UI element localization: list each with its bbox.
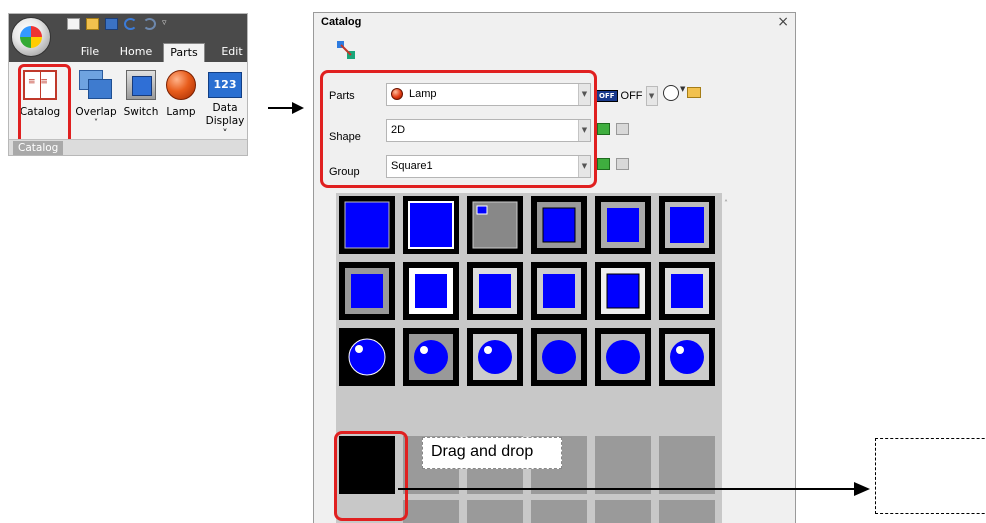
quick-access-customize-icon[interactable]: ▿ — [162, 18, 167, 30]
catalog-button-highlight — [18, 64, 71, 145]
undo-icon[interactable] — [124, 18, 137, 30]
overlap-icon — [79, 70, 113, 100]
ribbon-header: ▿ File Home Parts Edit — [9, 14, 247, 62]
data-display-label-2: Display ˅ — [205, 115, 245, 140]
scroll-up-icon[interactable]: ˄ — [724, 199, 728, 208]
lamp-button[interactable]: Lamp — [163, 65, 199, 119]
switch-icon — [126, 70, 156, 100]
quick-access-toolbar: ▿ — [67, 18, 167, 30]
ribbon-tabs: File Home Parts Edit — [9, 41, 247, 62]
catalog-panel: Catalog × Parts Lamp ▼ OFF OFF ▼ ▼ Shape… — [313, 12, 796, 523]
data-display-icon: 123 — [208, 72, 242, 98]
switch-button[interactable]: Switch — [121, 65, 161, 119]
print-icon[interactable] — [616, 158, 629, 170]
panel-title: Catalog — [321, 16, 362, 28]
save-icon[interactable] — [105, 18, 118, 30]
data-display-button[interactable]: 123 Data Display ˅ — [202, 65, 247, 141]
lamp-icon — [166, 70, 196, 100]
new-file-icon[interactable] — [67, 18, 80, 30]
overlap-button[interactable]: Overlap ˅ — [71, 65, 121, 127]
drag-and-drop-callout: Drag and drop — [422, 437, 562, 469]
off-state-icon: OFF — [596, 90, 618, 102]
drag-source-highlight — [334, 431, 408, 521]
tab-parts[interactable]: Parts — [163, 43, 205, 62]
switch-button-label: Switch — [123, 106, 159, 118]
catalog-tool-icon[interactable] — [336, 40, 356, 60]
data-display-label: Data — [212, 102, 238, 114]
redo-icon[interactable] — [143, 18, 156, 30]
tab-file[interactable]: File — [71, 43, 109, 62]
selection-highlight — [320, 70, 597, 188]
tab-home[interactable]: Home — [115, 43, 157, 62]
drag-arrow-icon — [398, 482, 870, 496]
ribbon-group-bar: Catalog — [9, 139, 247, 155]
open-folder-icon[interactable] — [86, 18, 99, 30]
ribbon: ▿ File Home Parts Edit Catalog Overlap ˅… — [8, 13, 248, 156]
overlap-dropdown-icon[interactable]: ˅ — [71, 119, 121, 127]
tab-edit[interactable]: Edit — [215, 43, 247, 62]
palette-icon[interactable] — [663, 85, 679, 101]
state-select[interactable]: OFF OFF ▼ — [596, 85, 658, 107]
close-icon[interactable]: × — [777, 14, 789, 30]
grid-scrollbar[interactable] — [722, 193, 736, 523]
save-shape-icon[interactable] — [597, 123, 610, 135]
save-group-icon[interactable] — [597, 158, 610, 170]
drop-target-area[interactable] — [875, 438, 986, 514]
state-value: OFF — [620, 90, 643, 102]
lamp-button-label: Lamp — [166, 106, 196, 118]
print-icon[interactable] — [616, 123, 629, 135]
chevron-down-icon[interactable]: ▼ — [680, 85, 685, 93]
folder-icon[interactable] — [687, 87, 701, 98]
ribbon-group-label: Catalog — [13, 141, 64, 155]
chevron-down-icon[interactable]: ▼ — [645, 86, 658, 106]
right-arrow-icon — [268, 102, 304, 114]
